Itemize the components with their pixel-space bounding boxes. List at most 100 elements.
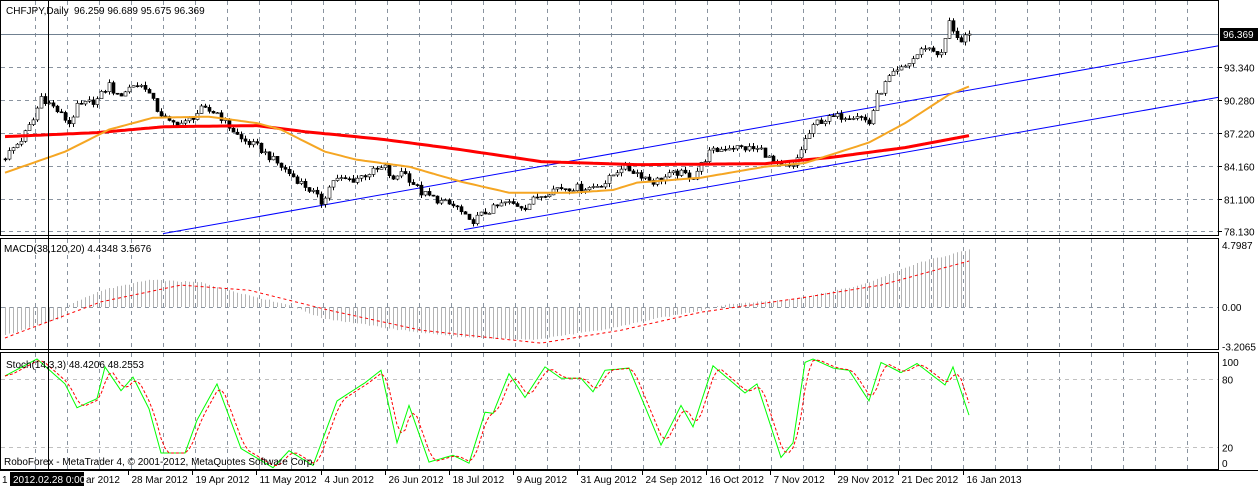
candle-body [491, 204, 496, 214]
candle [815, 119, 820, 126]
candle-body [367, 174, 372, 178]
candle-body [83, 100, 88, 105]
candle [943, 38, 948, 55]
candle-body [63, 112, 68, 121]
candle-body [499, 202, 504, 207]
candle-body [103, 91, 108, 93]
candle-body [515, 203, 520, 207]
candle [55, 104, 60, 114]
time-label: 28 Mar 2012 [132, 475, 189, 486]
candle-body [275, 156, 280, 164]
candle-body [559, 187, 564, 189]
candle [527, 203, 532, 210]
candle-body [147, 89, 152, 94]
metatrader-chart[interactable]: CHFJPY,Daily 96.259 96.689 95.675 96.369… [0, 0, 1258, 487]
candle-body [259, 142, 264, 154]
price-axis: 96.369 93.340 90.280 87.220 84.160 81.100 78.… [1218, 28, 1258, 239]
candle-body [455, 205, 460, 208]
candle-body [51, 102, 56, 107]
candle [763, 147, 768, 158]
stoch-tick-label: 80 [1222, 375, 1234, 386]
candle-body [707, 149, 712, 162]
candle-body [735, 145, 740, 150]
candle-body [567, 188, 572, 192]
candle-body [27, 124, 32, 131]
candle-body [187, 117, 192, 122]
candle-body [483, 211, 488, 215]
candle-body [843, 118, 848, 120]
candle-body [467, 213, 472, 220]
candle-body [647, 176, 652, 181]
candle-body [443, 199, 448, 202]
candle [259, 142, 264, 154]
candle-body [239, 134, 244, 140]
symbol-label: CHFJPY,Daily [6, 6, 69, 17]
candle-body [107, 82, 112, 93]
candle-body [967, 33, 972, 36]
crosshair-time-label: 2012.02.28 0:00 [13, 475, 86, 486]
candle-body [263, 151, 268, 154]
stoch-label: Stoch(14,3,3) 48.4206 48.2553 [6, 360, 144, 371]
current-price-label: 96.369 [1223, 30, 1254, 41]
candle-body [159, 111, 164, 117]
stoch-tick-label: 20 [1222, 443, 1234, 454]
candle-body [911, 58, 916, 64]
price-tick-label: 93.340 [1224, 64, 1255, 75]
candle-body [347, 178, 352, 181]
candle-body [171, 120, 176, 123]
time-label: 4 Jun 2012 [325, 475, 375, 486]
candle-body [199, 105, 204, 114]
candle-body [511, 201, 516, 204]
candle-body [95, 98, 100, 105]
candle-body [679, 169, 684, 176]
candle-body [731, 147, 736, 150]
candle-body [307, 187, 312, 192]
candle-body [879, 92, 884, 95]
candle-body [451, 203, 456, 207]
candle-body [811, 124, 816, 134]
candle-body [383, 164, 388, 168]
stoch-tick-label: 0 [1222, 459, 1228, 470]
candle-body [211, 111, 216, 114]
candle-body [523, 207, 528, 210]
candle [947, 17, 952, 39]
candle [467, 213, 472, 220]
candle-body [87, 99, 92, 102]
macd-tick-label: -3.2065 [1222, 342, 1256, 353]
candle [327, 185, 332, 201]
candle-body [67, 119, 72, 125]
macd-panel[interactable] [0, 238, 1219, 350]
candle-body [595, 186, 600, 188]
candle-body [715, 147, 720, 152]
candle-body [235, 131, 240, 135]
candle-body [375, 167, 380, 170]
candle-body [871, 110, 876, 125]
candle-body [847, 118, 852, 120]
time-label: 29 Nov 2012 [838, 475, 895, 486]
candle-body [531, 196, 536, 205]
candle-body [931, 47, 936, 52]
candle-body [863, 116, 868, 121]
candle [119, 92, 124, 97]
candle-body [319, 193, 324, 205]
candle-body [75, 102, 80, 118]
candle-body [771, 155, 776, 162]
candle-body [395, 175, 400, 180]
candle-body [683, 169, 688, 174]
candle-body [271, 156, 276, 161]
candle-body [607, 175, 612, 184]
candle-body [479, 211, 484, 216]
price-tick-label: 81.100 [1224, 196, 1255, 207]
candle-body [299, 181, 304, 184]
candle-body [635, 172, 640, 174]
candle-body [335, 177, 340, 181]
candle-body [907, 63, 912, 67]
candle-body [31, 119, 36, 125]
candle-body [599, 186, 604, 188]
candle-body [143, 85, 148, 90]
candle [99, 89, 104, 99]
candle-body [803, 138, 808, 151]
candle-body [751, 146, 756, 150]
candle-body [927, 47, 932, 50]
candle-body [583, 189, 588, 192]
